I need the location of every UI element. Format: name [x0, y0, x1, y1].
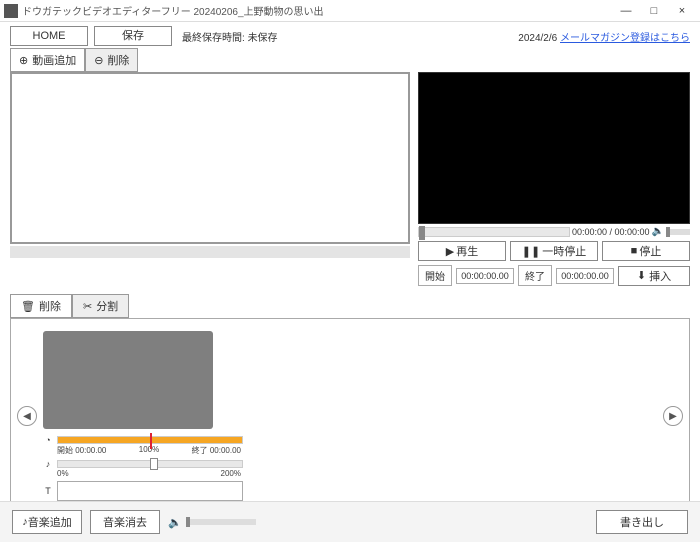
- end-label[interactable]: 終了: [518, 265, 552, 286]
- preview-seek-row: 00:00:00 / 00:00:00 🔈: [418, 226, 690, 237]
- preview-buttons: ▶再生 ❚❚一時停止 ■停止: [418, 241, 690, 261]
- app-icon: [4, 4, 18, 18]
- clock-icon: ◔: [43, 435, 53, 445]
- header: HOME 保存 最終保存時間: 未保存 2024/2/6 メールマガジン登録はこ…: [0, 22, 700, 48]
- pause-button[interactable]: ❚❚一時停止: [510, 241, 598, 261]
- close-button[interactable]: ×: [668, 2, 696, 20]
- stop-button[interactable]: ■停止: [602, 241, 690, 261]
- header-right: 2024/2/6 メールマガジン登録はこちら: [518, 29, 690, 44]
- start-timecode[interactable]: 00:00:00.00: [456, 268, 514, 284]
- export-button[interactable]: 書き出し: [596, 510, 688, 534]
- trim-row: ◔: [43, 435, 243, 445]
- music-remove-button[interactable]: 音楽消去: [90, 510, 160, 534]
- speed-row: ♪: [43, 459, 243, 469]
- source-scrollbar[interactable]: [10, 246, 410, 258]
- stop-icon: ■: [631, 245, 638, 257]
- footer-volume: 🔈: [168, 516, 256, 529]
- editor-tab-split[interactable]: ✂分割: [72, 294, 129, 318]
- home-button[interactable]: HOME: [10, 26, 88, 46]
- preview-timecode: 00:00:00 / 00:00:00: [572, 227, 650, 237]
- mark-row: 開始 00:00:00.00 終了 00:00:00.00 ⬇挿入: [418, 265, 690, 286]
- source-panel: [10, 72, 410, 286]
- play-button[interactable]: ▶再生: [418, 241, 506, 261]
- save-button[interactable]: 保存: [94, 26, 172, 46]
- window-title: ドウガテックビデオエディターフリー 20240206_上野動物の思い出: [22, 3, 612, 18]
- editor-area: 🗑削除 ✂分割 ◀ ◔ 開始 00:00.00 100% 終了 00:00.00…: [0, 290, 700, 514]
- speed-scale: 0%200%: [43, 469, 243, 478]
- editor-tab-delete[interactable]: 🗑削除: [10, 294, 72, 318]
- editor-panel: ◀ ◔ 開始 00:00.00 100% 終了 00:00.00 ♪: [10, 318, 690, 514]
- footer-volume-slider[interactable]: [186, 519, 256, 525]
- speaker-icon[interactable]: 🔈: [652, 226, 664, 237]
- end-timecode[interactable]: 00:00:00.00: [556, 268, 614, 284]
- source-tabs: ⊕ 動画追加 ⊖ 削除: [0, 48, 700, 72]
- caption-input[interactable]: [57, 481, 243, 501]
- speed-slider[interactable]: [57, 460, 243, 468]
- trim-scale: 開始 00:00.00 100% 終了 00:00.00: [43, 445, 243, 456]
- preview-seek[interactable]: [418, 227, 570, 237]
- text-icon: T: [43, 486, 53, 496]
- download-icon: ⬇: [637, 269, 646, 282]
- nav-prev[interactable]: ◀: [17, 406, 37, 426]
- editor-tabs: 🗑削除 ✂分割: [10, 294, 690, 318]
- scissors-icon: ✂: [83, 300, 92, 313]
- preview-video: [418, 72, 690, 224]
- date-text: 2024/2/6: [518, 33, 557, 44]
- text-row: T: [43, 481, 243, 501]
- titlebar: ドウガテックビデオエディターフリー 20240206_上野動物の思い出 — □ …: [0, 0, 700, 22]
- preview-panel: 00:00:00 / 00:00:00 🔈 ▶再生 ❚❚一時停止 ■停止 開始 …: [418, 72, 690, 286]
- clip-column: ◔ 開始 00:00.00 100% 終了 00:00.00 ♪ 0%200%: [43, 331, 243, 501]
- music-add-button[interactable]: ♪音楽追加: [12, 510, 82, 534]
- clip-thumbnail[interactable]: [43, 331, 213, 429]
- pause-icon: ❚❚: [522, 245, 540, 258]
- trash-icon: 🗑: [21, 300, 35, 313]
- plus-icon: ⊕: [19, 54, 28, 67]
- main-area: 00:00:00 / 00:00:00 🔈 ▶再生 ❚❚一時停止 ■停止 開始 …: [0, 72, 700, 290]
- magazine-link[interactable]: メールマガジン登録はこちら: [560, 33, 690, 44]
- source-list[interactable]: [10, 72, 410, 244]
- last-save-label: 最終保存時間: 未保存: [182, 29, 278, 44]
- minimize-button[interactable]: —: [612, 2, 640, 20]
- nav-next[interactable]: ▶: [663, 406, 683, 426]
- tab-add-video[interactable]: ⊕ 動画追加: [10, 48, 85, 72]
- preview-volume[interactable]: [666, 229, 690, 235]
- insert-button[interactable]: ⬇挿入: [618, 266, 690, 286]
- footer: ♪音楽追加 音楽消去 🔈 書き出し: [0, 501, 700, 542]
- play-icon: ▶: [446, 245, 454, 258]
- speaker-icon[interactable]: 🔈: [168, 516, 182, 529]
- trim-range[interactable]: [57, 436, 243, 444]
- minus-icon: ⊖: [94, 54, 103, 67]
- start-label[interactable]: 開始: [418, 265, 452, 286]
- tab-delete[interactable]: ⊖ 削除: [85, 48, 138, 72]
- maximize-button[interactable]: □: [640, 2, 668, 20]
- note-icon: ♪: [43, 459, 53, 469]
